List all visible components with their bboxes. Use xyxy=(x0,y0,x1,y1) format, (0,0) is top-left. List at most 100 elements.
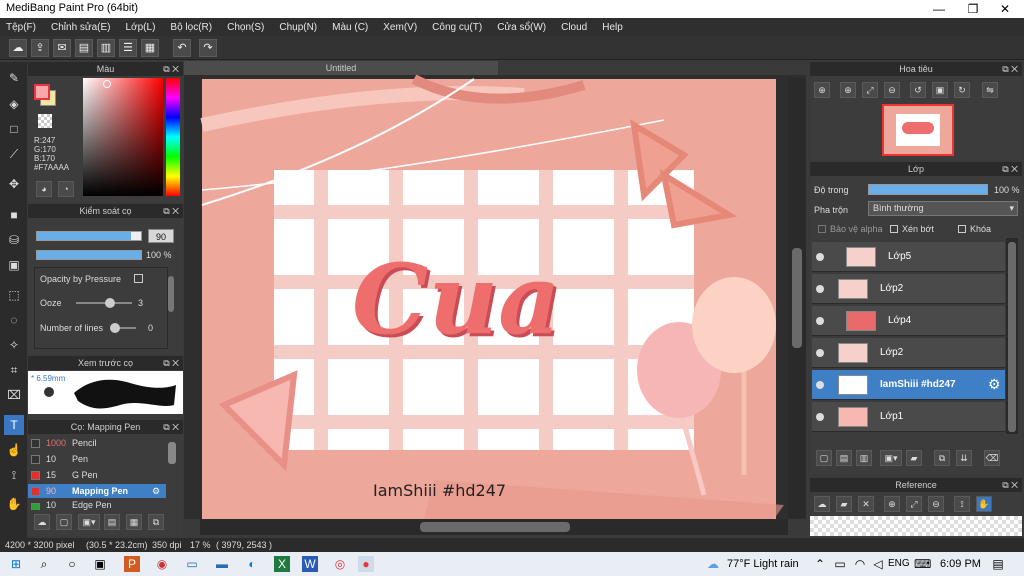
zoom-in-icon[interactable]: ⊕ xyxy=(814,82,830,98)
app-icon[interactable]: ◉ xyxy=(154,556,170,572)
eye-icon[interactable] xyxy=(816,413,824,421)
battery-icon[interactable]: ▭ xyxy=(832,556,848,572)
alpha-protect-checkbox[interactable] xyxy=(818,225,826,233)
picker-cursor[interactable] xyxy=(103,80,111,88)
trash-icon[interactable]: ⌫ xyxy=(984,450,1000,466)
clipping-checkbox[interactable] xyxy=(890,225,898,233)
brush-size-value[interactable]: 90 xyxy=(148,229,174,243)
panel-close-icon[interactable]: ⧉ ✕ xyxy=(1002,162,1018,176)
flip-icon[interactable]: ⇋ xyxy=(982,82,998,98)
monitor-icon[interactable]: ▭ xyxy=(184,556,200,572)
canvas-vertical-scrollbar[interactable] xyxy=(788,78,806,518)
panel-close-icon[interactable]: ⧉ ✕ xyxy=(163,62,179,76)
panel-close-icon[interactable]: ⧉ ✕ xyxy=(163,204,179,218)
gear-icon[interactable]: ⚙ xyxy=(988,376,1001,393)
page-icon[interactable]: ▥ xyxy=(97,39,115,57)
word-icon[interactable]: W xyxy=(302,556,318,572)
maximize-button[interactable]: ❐ xyxy=(956,0,990,18)
navigator-thumbnail[interactable] xyxy=(882,104,954,156)
task-view-icon[interactable]: ▣ xyxy=(92,556,108,572)
layer-list-scrollbar[interactable] xyxy=(1006,238,1018,434)
medibang-icon[interactable]: ● xyxy=(358,556,374,572)
new-layer-icon[interactable]: ▢ xyxy=(816,450,832,466)
weather-text[interactable]: 77°F Light rain xyxy=(727,558,799,570)
menu-cloud[interactable]: Cloud xyxy=(561,22,587,33)
layer-row[interactable]: Lớp2 xyxy=(812,274,1005,304)
saturation-value-picker[interactable] xyxy=(83,78,163,196)
lines-slider[interactable] xyxy=(110,323,136,333)
brush-copy-icon[interactable]: ▦ xyxy=(126,514,142,530)
rotate-right-icon[interactable]: ↻ xyxy=(954,82,970,98)
eyedropper-icon[interactable]: ⟟ xyxy=(954,496,970,512)
magic-wand-tool-icon[interactable]: ✧ xyxy=(4,335,24,355)
fill-rect-tool-icon[interactable]: ■ xyxy=(4,205,24,225)
list-icon[interactable]: ☰ xyxy=(119,39,137,57)
brush-item-mapping-pen[interactable]: 90 Mapping Pen ⚙ xyxy=(28,484,166,498)
volume-icon[interactable]: ◁ xyxy=(870,556,886,572)
brush-item-pen[interactable]: 10 Pen xyxy=(28,452,166,466)
brush-control-scrollbar[interactable] xyxy=(168,276,174,312)
windows-start-icon[interactable]: ⊞ xyxy=(8,556,24,572)
zoom-out-icon[interactable]: ⊖ xyxy=(928,496,944,512)
redo-icon[interactable]: ↷ xyxy=(199,39,217,57)
search-icon[interactable]: ⌕ xyxy=(36,556,52,572)
layer-row[interactable]: Lớp4 xyxy=(812,306,1005,336)
folder-icon[interactable]: ▰ xyxy=(906,450,922,466)
close-reference-icon[interactable]: ✕ xyxy=(858,496,874,512)
menu-file[interactable]: Tệp(F) xyxy=(6,22,36,33)
language-indicator[interactable]: ENG xyxy=(888,558,910,569)
document-tab[interactable]: Untitled xyxy=(184,61,498,75)
menu-snap[interactable]: Chụp(N) xyxy=(279,22,317,33)
select-eraser-tool-icon[interactable]: ⌧ xyxy=(4,385,24,405)
powerpoint-icon[interactable]: P xyxy=(124,556,140,572)
text-tool-icon[interactable]: T xyxy=(4,415,24,435)
vertical-scroll-thumb[interactable] xyxy=(792,248,802,348)
chrome-icon[interactable]: ◎ xyxy=(332,556,348,572)
menu-color[interactable]: Màu (C) xyxy=(332,22,368,33)
primary-color-swatch[interactable] xyxy=(34,84,50,100)
move-tool-icon[interactable]: ✥ xyxy=(4,174,24,194)
palette-icon[interactable]: ◕ xyxy=(36,181,52,197)
transparent-color-swatch[interactable] xyxy=(38,114,52,128)
brush-item-edge-pen[interactable]: 10 Edge Pen xyxy=(28,500,166,510)
panel-close-icon[interactable]: ⧉ ✕ xyxy=(1002,62,1018,76)
eye-icon[interactable] xyxy=(816,381,824,389)
hue-slider[interactable] xyxy=(166,78,180,196)
opacity-pressure-checkbox[interactable] xyxy=(134,274,143,283)
upload-icon[interactable]: ⇪ xyxy=(31,39,49,57)
brush-settings-icon[interactable]: ▤ xyxy=(104,514,120,530)
zoom-out-icon[interactable]: ⊖ xyxy=(884,82,900,98)
open-folder-icon[interactable]: ▰ xyxy=(836,496,852,512)
menu-tools[interactable]: Công cụ(T) xyxy=(432,22,482,33)
add-layer-menu-icon[interactable]: ▣▾ xyxy=(880,450,902,466)
new-brush-icon[interactable]: ▢ xyxy=(56,514,72,530)
menu-window[interactable]: Cửa sổ(W) xyxy=(497,22,546,33)
menu-view[interactable]: Xem(V) xyxy=(383,22,417,33)
brush-item-g-pen[interactable]: 15 G Pen xyxy=(28,468,166,482)
menu-filter[interactable]: Bộ lọc(R) xyxy=(170,22,212,33)
canvas-area[interactable]: Cua IamShiii #hd247 xyxy=(184,75,806,519)
eye-icon[interactable] xyxy=(816,349,824,357)
eye-icon[interactable] xyxy=(816,253,824,261)
cloud-upload-icon[interactable]: ☁ xyxy=(814,496,830,512)
rectangle-tool-icon[interactable]: □ xyxy=(4,119,24,139)
cloud-icon[interactable]: ☁ xyxy=(9,39,27,57)
menu-select[interactable]: Chọn(S) xyxy=(227,22,264,33)
duplicate-layer-icon[interactable]: ⧉ xyxy=(934,450,950,466)
actual-size-icon[interactable]: ▣ xyxy=(932,82,948,98)
brush-item-pencil[interactable]: 1000 Pencil xyxy=(28,436,166,450)
eye-icon[interactable] xyxy=(816,285,824,293)
palette-add-icon[interactable]: ◔ xyxy=(58,181,74,197)
lock-checkbox[interactable] xyxy=(958,225,966,233)
reference-canvas[interactable] xyxy=(810,516,1022,536)
zoom-in-plus-icon[interactable]: ⊕ xyxy=(840,82,856,98)
close-button[interactable]: ✕ xyxy=(988,0,1022,18)
horizontal-scroll-thumb[interactable] xyxy=(420,522,570,532)
layer-scroll-thumb[interactable] xyxy=(1008,242,1016,432)
canvas-horizontal-scrollbar[interactable] xyxy=(200,519,788,535)
clock[interactable]: 6:09 PM xyxy=(940,558,981,570)
keyboard-icon[interactable]: ⌨ xyxy=(914,556,931,572)
new-halftone-layer-icon[interactable]: ▤ xyxy=(836,450,852,466)
fit-icon[interactable]: ⤢ xyxy=(906,496,922,512)
new-1bit-layer-icon[interactable]: ▥ xyxy=(856,450,872,466)
